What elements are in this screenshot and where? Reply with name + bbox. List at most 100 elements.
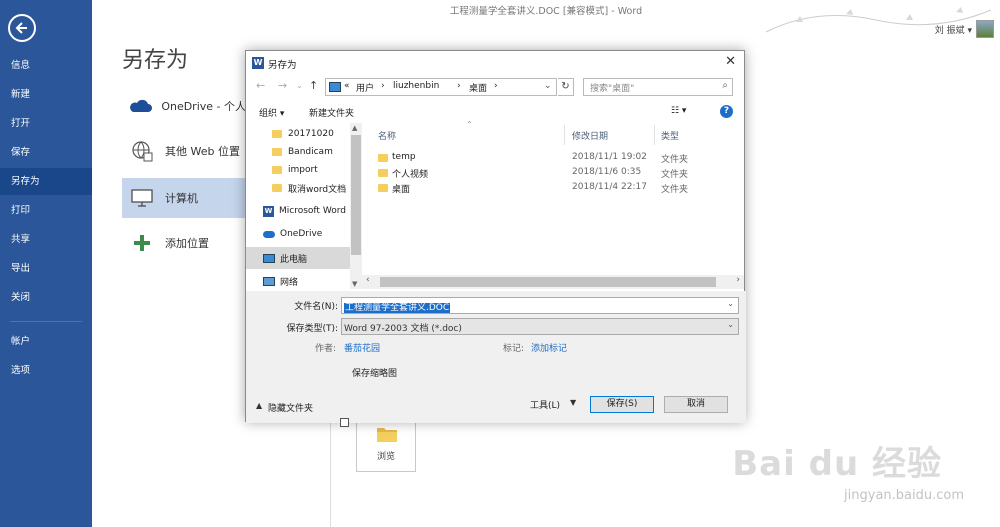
tree-item[interactable]: 网络 xyxy=(246,270,350,289)
chevron-left-icon[interactable]: ‹ xyxy=(366,275,370,285)
filename-field[interactable]: 工程测量学全套讲义.DOC ⌄ xyxy=(341,297,739,314)
backstage-nav: 信息 新建 打开 保存 另存为 打印 共享 导出 关闭 帐户 选项 xyxy=(0,0,92,527)
save-form: 文件名(N): 工程测量学全套讲义.DOC ⌄ 保存类型(T): Word 97… xyxy=(246,291,746,427)
network-icon xyxy=(263,276,275,286)
nav-item-close[interactable]: 关闭 xyxy=(0,284,92,311)
place-web[interactable]: 其他 Web 位置 xyxy=(122,131,246,171)
tools-menu[interactable]: 工具(L) xyxy=(530,398,560,411)
browse-button[interactable]: 浏览 xyxy=(356,420,416,472)
cloud-icon xyxy=(127,93,153,119)
up-arrow-icon[interactable]: ↑ xyxy=(309,79,318,92)
column-header-date[interactable]: 修改日期 xyxy=(572,129,608,142)
page-title: 另存为 xyxy=(122,48,189,73)
table-row[interactable]: 桌面 2018/11/4 22:17 文件夹 xyxy=(376,181,736,196)
tree-scrollbar[interactable]: ▲ ▼ xyxy=(350,123,362,289)
navigation-bar: ← → ⌄ ↑ « 用户 › liuzhenbin › 桌面 › ⌄ ↻ 搜索"… xyxy=(246,75,746,99)
nav-item-save[interactable]: 保存 xyxy=(0,139,92,166)
browse-label: 浏览 xyxy=(376,452,395,462)
tree-item[interactable]: OneDrive xyxy=(246,223,350,245)
nav-item-new[interactable]: 新建 xyxy=(0,81,92,108)
back-button[interactable] xyxy=(8,14,36,42)
forward-arrow-icon[interactable]: → xyxy=(278,79,287,92)
file-name: temp xyxy=(392,152,416,162)
search-icon: ⌕ xyxy=(722,80,728,91)
address-segment[interactable]: liuzhenbin xyxy=(393,81,439,91)
save-button[interactable]: 保存(S) xyxy=(590,396,654,413)
hide-folders-toggle[interactable]: 隐藏文件夹 xyxy=(268,401,313,414)
organize-menu[interactable]: 组织 ▾ xyxy=(259,106,284,119)
table-row[interactable]: temp 2018/11/1 19:02 文件夹 xyxy=(376,151,736,166)
nav-item-print[interactable]: 打印 xyxy=(0,197,92,224)
nav-item-export[interactable]: 导出 xyxy=(0,255,92,282)
tree-label: 20171020 xyxy=(288,129,334,139)
file-name: 桌面 xyxy=(392,185,411,195)
nav-item-info[interactable]: 信息 xyxy=(0,52,92,79)
nav-item-account[interactable]: 帐户 xyxy=(0,328,92,355)
place-onedrive[interactable]: OneDrive - 个人 xyxy=(122,86,246,126)
search-input[interactable]: 搜索"桌面" ⌕ xyxy=(583,78,733,96)
tree-item-selected[interactable]: 此电脑 xyxy=(246,247,350,269)
file-date: 2018/11/4 22:17 xyxy=(572,182,647,192)
folder-icon xyxy=(272,130,282,138)
nav-item-open[interactable]: 打开 xyxy=(0,110,92,137)
close-icon[interactable]: ✕ xyxy=(725,54,736,69)
watermark-url: jingyan.baidu.com xyxy=(844,488,964,503)
tree-label: OneDrive xyxy=(280,229,323,239)
column-divider[interactable] xyxy=(654,125,655,145)
chevron-down-icon[interactable]: ⌄ xyxy=(727,299,734,308)
table-row[interactable]: 个人视频 2018/11/6 0:35 文件夹 xyxy=(376,166,736,181)
address-separator[interactable]: › xyxy=(457,81,461,91)
nav-divider xyxy=(10,321,82,322)
chevron-down-icon[interactable]: ⌄ xyxy=(544,81,552,91)
place-computer[interactable]: 计算机 xyxy=(122,178,246,218)
column-header-name[interactable]: 名称 xyxy=(378,129,396,142)
place-add[interactable]: 添加位置 xyxy=(122,223,246,263)
back-arrow-icon[interactable]: ← xyxy=(256,79,265,92)
scroll-thumb[interactable] xyxy=(380,277,716,287)
folder-icon xyxy=(377,428,397,442)
place-label: 计算机 xyxy=(165,192,198,205)
tree-item[interactable]: 取消word文档 xyxy=(246,177,350,199)
address-segment[interactable]: 桌面 xyxy=(469,81,487,94)
address-bar[interactable]: « 用户 › liuzhenbin › 桌面 › ⌄ xyxy=(325,78,557,96)
author-value[interactable]: 番茄花园 xyxy=(344,341,380,354)
file-name: 个人视频 xyxy=(392,170,429,180)
chevron-down-icon[interactable]: ⌄ xyxy=(727,320,734,329)
view-menu[interactable]: ☷ ▾ xyxy=(671,106,686,116)
chevron-down-icon[interactable]: ▼ xyxy=(352,280,357,288)
tree-label: Bandicam xyxy=(288,147,333,157)
chevron-up-icon[interactable]: ▲ xyxy=(352,124,357,132)
word-icon: W xyxy=(263,205,274,217)
add-tags-link[interactable]: 添加标记 xyxy=(531,341,567,354)
nav-item-share[interactable]: 共享 xyxy=(0,226,92,253)
address-separator[interactable]: › xyxy=(381,81,385,91)
author-label: 作者: xyxy=(314,344,336,354)
file-date: 2018/11/1 19:02 xyxy=(572,152,647,162)
save-thumbnail-checkbox[interactable] xyxy=(340,418,349,427)
column-divider[interactable] xyxy=(564,125,565,145)
filetype-select[interactable]: Word 97-2003 文档 (*.doc) ⌄ xyxy=(341,318,739,335)
globe-icon xyxy=(127,138,157,164)
avatar[interactable] xyxy=(976,20,994,38)
nav-item-save-as[interactable]: 另存为 xyxy=(0,168,92,195)
file-list: 名称 ⌃ 修改日期 类型 temp 2018/11/1 19:02 文件夹 个人… xyxy=(362,120,744,275)
refresh-icon[interactable]: ↻ xyxy=(558,78,574,96)
chevron-down-icon[interactable]: ⌄ xyxy=(296,81,303,90)
cancel-button[interactable]: 取消 xyxy=(664,396,728,413)
place-label: 添加位置 xyxy=(165,237,209,250)
chevron-right-icon[interactable]: › xyxy=(736,275,740,285)
chevron-down-icon[interactable]: ▼ xyxy=(570,398,576,407)
address-separator[interactable]: › xyxy=(494,81,498,91)
scroll-thumb[interactable] xyxy=(351,135,361,255)
address-segment[interactable]: 用户 xyxy=(356,81,374,94)
help-icon[interactable]: ? xyxy=(720,105,733,118)
nav-item-options[interactable]: 选项 xyxy=(0,357,92,384)
tree-item[interactable]: W Microsoft Word xyxy=(246,200,350,222)
dialog-toolbar: 组织 ▾ 新建文件夹 ☷ ▾ ? xyxy=(246,102,746,122)
column-header-type[interactable]: 类型 xyxy=(661,129,679,142)
address-overflow[interactable]: « xyxy=(344,81,350,91)
chevron-up-icon[interactable]: ▲ xyxy=(256,401,262,410)
new-folder-button[interactable]: 新建文件夹 xyxy=(309,106,354,119)
horizontal-scrollbar[interactable]: ‹ › xyxy=(362,275,744,289)
user-name[interactable]: 刘 振斌 ▾ xyxy=(935,23,972,36)
